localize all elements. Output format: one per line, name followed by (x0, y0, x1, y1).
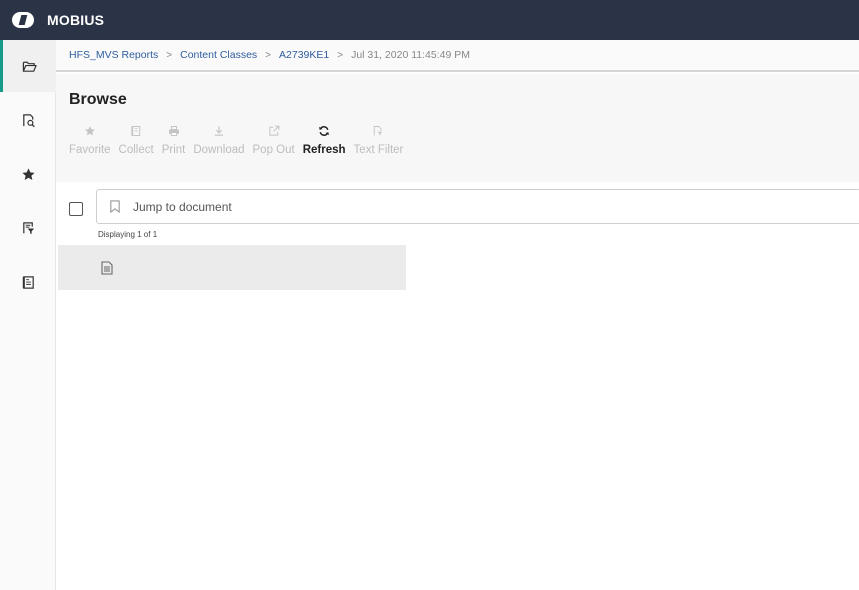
collect-icon (131, 126, 141, 136)
breadcrumb-separator: > (166, 49, 173, 61)
displaying-count: Displaying 1 of 1 (98, 230, 158, 239)
nav-item-content[interactable] (0, 256, 56, 308)
document-search-icon (22, 113, 35, 127)
breadcrumb-item-reports[interactable]: HFS_MVS Reports (69, 49, 158, 61)
pop-out-icon (268, 125, 279, 136)
breadcrumb-separator: > (265, 49, 272, 61)
star-icon (21, 167, 35, 180)
jump-to-document-input[interactable] (133, 199, 733, 214)
select-all-checkbox[interactable] (69, 202, 83, 216)
nav-item-favorites[interactable] (0, 148, 56, 200)
refresh-label: Refresh (302, 144, 346, 156)
app-title: MOBIUS (47, 12, 105, 28)
bookmark-icon (110, 200, 120, 213)
favorite-button[interactable]: Favorite (69, 122, 111, 162)
print-button[interactable]: Print (161, 122, 186, 162)
printer-icon (168, 126, 179, 136)
document-filter-icon (22, 221, 34, 234)
text-filter-button[interactable]: Text Filter (353, 122, 404, 162)
breadcrumb-item-content-class[interactable]: A2739KE1 (279, 49, 329, 61)
star-icon (84, 126, 95, 136)
list-item[interactable] (58, 245, 406, 290)
page-title: Browse (69, 91, 127, 108)
document-icon (22, 275, 34, 289)
print-label: Print (161, 144, 186, 156)
browse-header: Browse Favorite Collect Print Download P… (56, 74, 859, 182)
breadcrumb: HFS_MVS Reports > Content Classes > A273… (56, 40, 859, 72)
favorite-label: Favorite (69, 144, 111, 156)
download-button[interactable]: Download (193, 122, 245, 162)
pop-out-button[interactable]: Pop Out (253, 122, 295, 162)
breadcrumb-item-content-classes[interactable]: Content Classes (180, 49, 257, 61)
document-icon (101, 260, 113, 275)
pop-out-label: Pop Out (252, 144, 295, 156)
nav-item-filter[interactable] (0, 202, 56, 254)
jump-row: Displaying 1 of 1 (56, 182, 859, 244)
refresh-button[interactable]: Refresh (303, 122, 346, 162)
collect-button[interactable]: Collect (119, 122, 154, 162)
jump-to-document-field[interactable] (96, 189, 859, 224)
collect-label: Collect (118, 144, 154, 156)
text-filter-icon (374, 126, 383, 136)
text-filter-label: Text Filter (353, 144, 404, 156)
folder-open-icon (22, 61, 37, 72)
download-icon (214, 126, 224, 136)
nav-item-search[interactable] (0, 94, 56, 146)
nav-item-browse[interactable] (0, 40, 56, 92)
breadcrumb-current-version: Jul 31, 2020 11:45:49 PM (351, 49, 470, 61)
left-nav (0, 40, 56, 590)
mobius-logo-icon (12, 12, 34, 28)
breadcrumb-separator: > (337, 49, 344, 61)
app-header: MOBIUS (0, 0, 859, 40)
download-label: Download (193, 144, 245, 156)
refresh-icon (319, 126, 329, 136)
toolbar: Favorite Collect Print Download Pop Out … (69, 122, 411, 162)
